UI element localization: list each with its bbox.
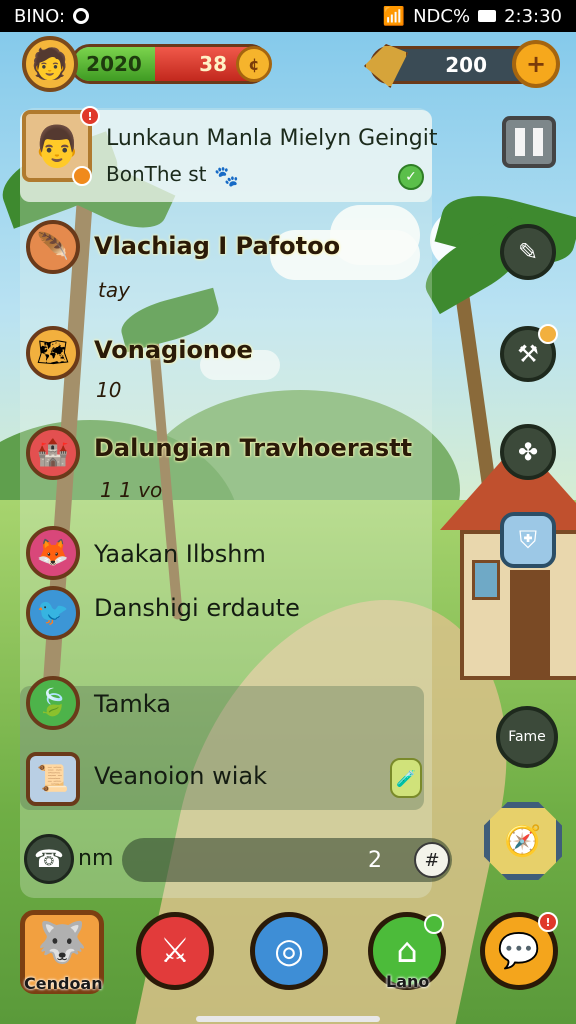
- row-subtitle: tay: [98, 278, 130, 302]
- hash-button[interactable]: #: [414, 842, 450, 878]
- fame-button[interactable]: Fame: [496, 706, 558, 768]
- puzzle-button[interactable]: ✤: [500, 424, 556, 480]
- row-title[interactable]: Vlachiag I Pafotoo: [94, 232, 340, 260]
- row-subtitle: 10: [96, 378, 122, 402]
- gem-count: 200: [445, 53, 487, 77]
- row-title[interactable]: Dalungian Travhoerastt: [94, 434, 412, 462]
- level-value: 2020: [73, 47, 155, 81]
- scroll-icon[interactable]: 📜: [26, 752, 80, 806]
- battery-icon: [478, 10, 497, 22]
- input-field[interactable]: 2: [122, 838, 452, 882]
- status-time: 2:3:30: [504, 5, 562, 27]
- castle-icon[interactable]: 🏰: [26, 426, 80, 480]
- status-badge: [72, 166, 92, 186]
- map-icon[interactable]: 🗺: [26, 326, 80, 380]
- profile-name: Lunkaun Manla Mielyn Geingit: [106, 126, 438, 151]
- status-bar: BINO: 📶 NDC% 2:3:30: [0, 0, 576, 32]
- shield-button[interactable]: ⛨: [500, 512, 556, 568]
- feather-icon[interactable]: 🪶: [26, 220, 80, 274]
- house-badge: [424, 914, 444, 934]
- profile-subtitle: BonThe st: [106, 162, 207, 186]
- row-title[interactable]: Danshigi erdaute: [94, 594, 300, 622]
- record-icon: [73, 8, 90, 24]
- row-title[interactable]: Yaakan Ilbshm: [94, 540, 266, 568]
- player-avatar[interactable]: 🧑: [22, 36, 78, 92]
- nav-label: Cendoan: [24, 974, 103, 993]
- home-indicator[interactable]: [196, 1016, 380, 1022]
- fox-icon[interactable]: 🦊: [26, 526, 80, 580]
- row-title[interactable]: Vonagionoe: [94, 336, 253, 364]
- pencil-button[interactable]: ✎: [500, 224, 556, 280]
- tools-badge: [538, 324, 558, 344]
- check-icon[interactable]: ✓: [398, 164, 424, 190]
- phone-icon[interactable]: ☎: [24, 834, 74, 884]
- input-label: nm: [78, 846, 114, 871]
- fame-label: Fame: [508, 729, 546, 745]
- wifi-icon: 📶: [382, 5, 406, 27]
- potion-icon[interactable]: 🧪: [390, 758, 422, 798]
- pause-button[interactable]: [502, 116, 556, 168]
- row-title[interactable]: Veanoion wiak: [94, 762, 267, 790]
- row-title[interactable]: Tamka: [94, 690, 171, 718]
- nav-sword-button[interactable]: ⚔: [136, 912, 214, 990]
- notification-badge: !: [80, 106, 100, 126]
- pet-icon: 🐾: [214, 164, 239, 188]
- bird-icon[interactable]: 🐦: [26, 586, 80, 640]
- nav-label: Lano: [386, 972, 430, 991]
- chat-badge: !: [538, 912, 558, 932]
- coin-icon: ¢: [236, 46, 272, 82]
- status-signal: NDC%: [413, 5, 471, 27]
- leaf-icon[interactable]: 🍃: [26, 676, 80, 730]
- input-value: 2: [368, 847, 382, 873]
- status-carrier: BINO:: [14, 5, 66, 27]
- add-gems-button[interactable]: +: [512, 40, 560, 88]
- selected-row-group: [20, 686, 424, 810]
- nav-portal-button[interactable]: ◎: [250, 912, 328, 990]
- row-subtitle: 1 1 vo: [100, 478, 163, 502]
- compass-button[interactable]: 🧭: [484, 802, 562, 880]
